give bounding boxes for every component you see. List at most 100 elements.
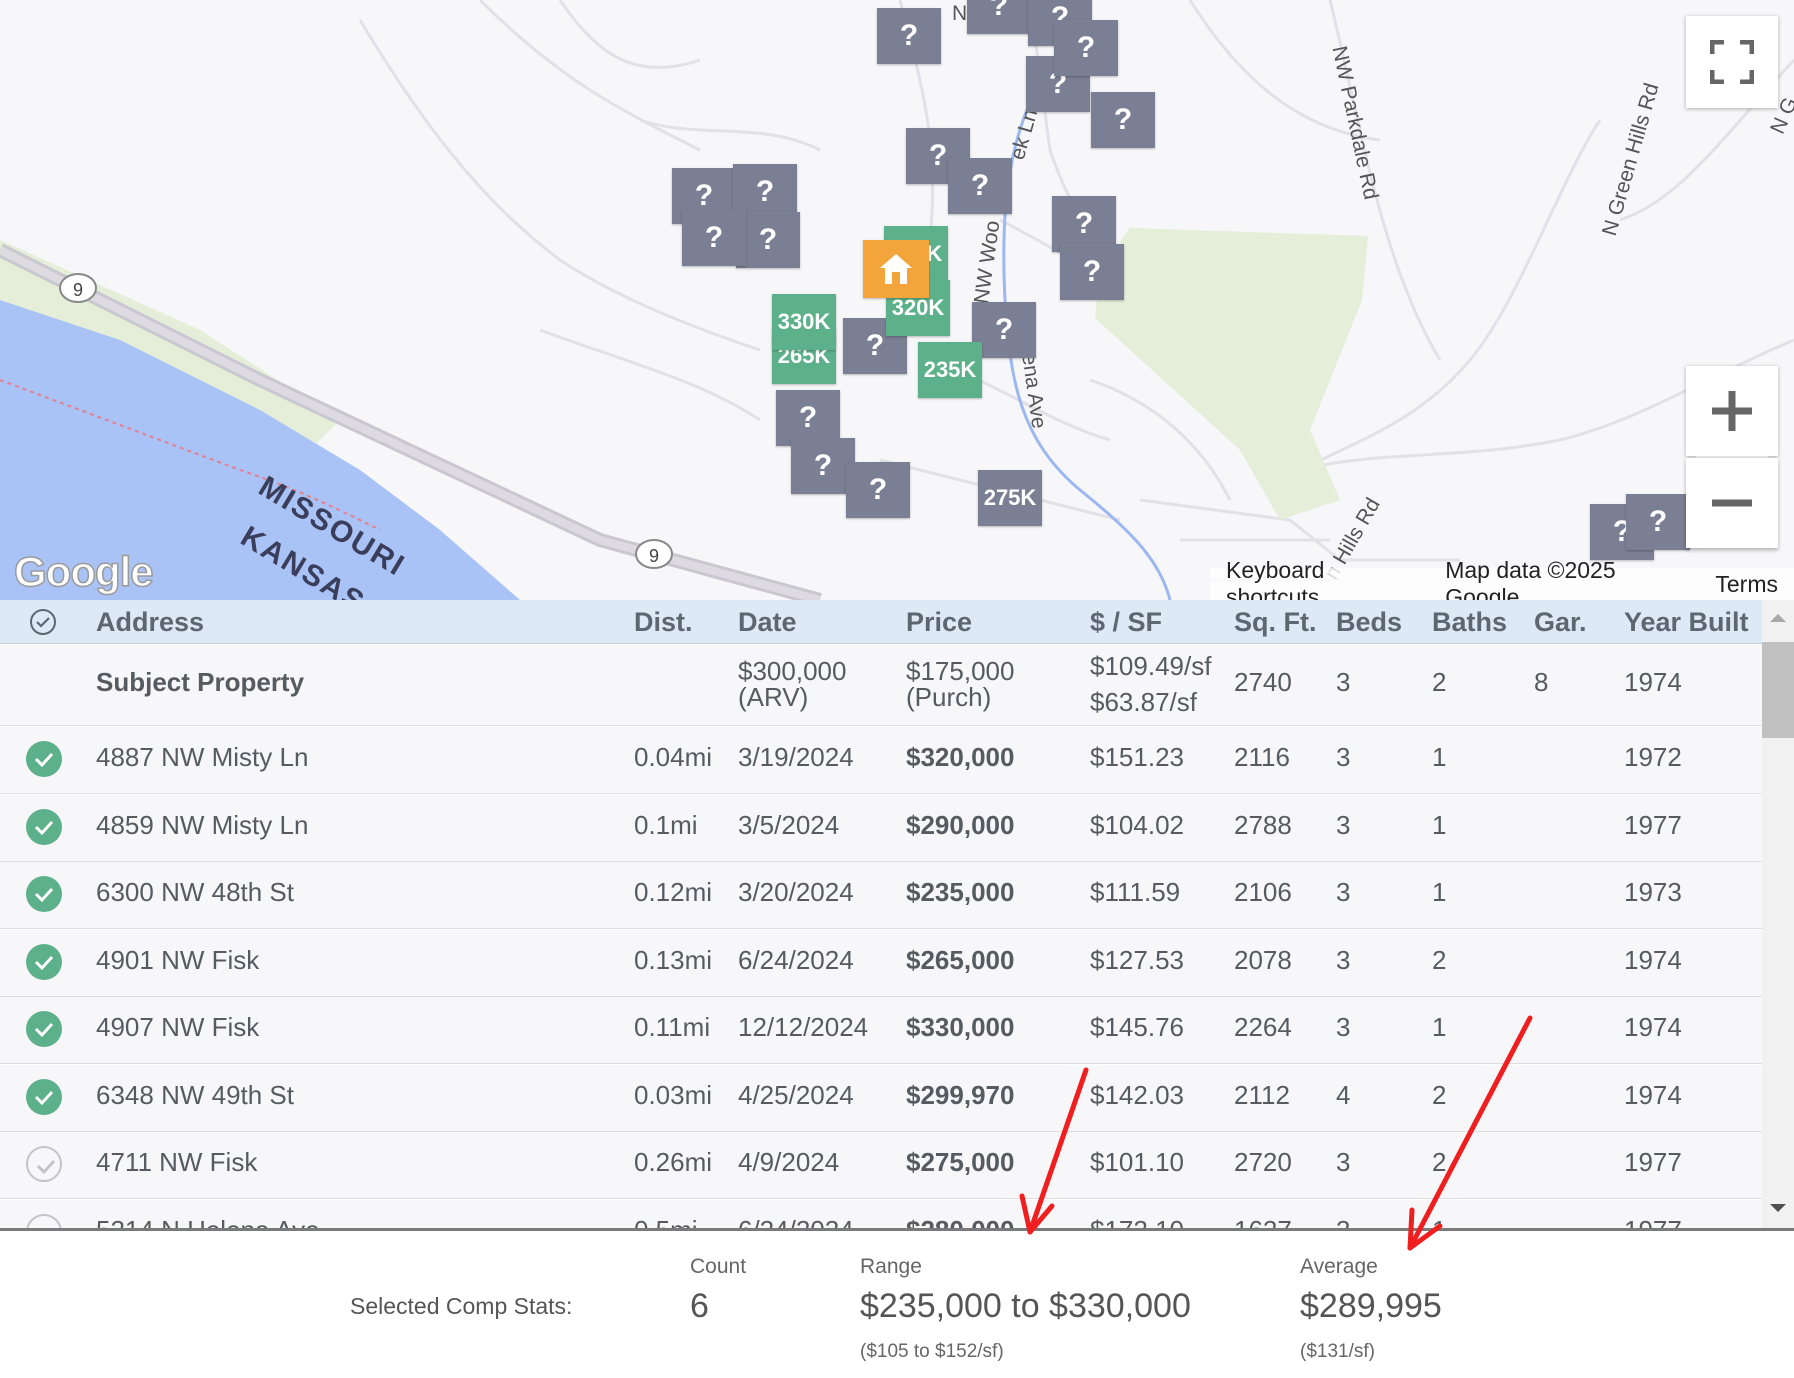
comp-price-marker[interactable]: 235K (918, 342, 982, 398)
price-per-sf: $101.10 (1090, 1147, 1184, 1177)
check-icon (36, 1159, 56, 1175)
arv-label: (ARV) (738, 682, 809, 712)
comp-marker[interactable]: ? (1626, 494, 1690, 550)
zoom-in-button[interactable] (1686, 366, 1778, 456)
road-label: N (952, 2, 968, 25)
sale-price: $320,000 (906, 742, 1015, 772)
beds: 3 (1336, 667, 1351, 697)
check-icon (34, 887, 54, 903)
table-row[interactable]: 6348 NW 49th St 0.03mi 4/25/2024 $299,970 $1… (0, 1064, 1762, 1132)
stats-label: Selected Comp Stats: (350, 1293, 573, 1319)
route-shield: 9 (635, 539, 673, 569)
address: 6348 NW 49th St (96, 1079, 294, 1110)
zoom-out-button[interactable] (1686, 458, 1778, 548)
comp-marker[interactable]: ? (1060, 244, 1124, 300)
comp-selected-checkbox[interactable] (26, 1078, 62, 1115)
baths: 1 (1432, 877, 1447, 907)
garage: 8 (1534, 667, 1549, 697)
baths: 1 (1432, 742, 1447, 772)
selected-comp-stats: Selected Comp Stats: Count 6 Range $235,… (0, 1228, 1794, 1378)
sale-date: 4/9/2024 (738, 1147, 840, 1177)
range-value: $235,000 to $330,000 (860, 1287, 1191, 1325)
map[interactable]: 9 9 MISSOURI KANSAS NW Parkdale Rd N Gre… (0, 0, 1794, 600)
sqft: 2106 (1234, 877, 1292, 907)
price-per-sf: $142.03 (1090, 1079, 1184, 1110)
home-icon (880, 254, 912, 284)
year-built: 1974 (1624, 667, 1682, 697)
comp-marker[interactable]: ? (948, 158, 1012, 214)
table-row[interactable]: 4859 NW Misty Ln 0.1mi 3/5/2024 $290,000 $10… (0, 794, 1762, 862)
table-row[interactable]: 6300 NW 48th St 0.12mi 3/20/2024 $235,000 $1… (0, 862, 1762, 929)
comp-selected-checkbox[interactable] (26, 876, 62, 912)
beds: 3 (1336, 742, 1351, 772)
sqft: 2720 (1234, 1147, 1292, 1177)
sale-date: 3/5/2024 (738, 809, 840, 840)
column-header-baths[interactable]: Baths (1432, 600, 1507, 644)
comp-unselected-checkbox[interactable] (26, 1146, 62, 1182)
beds: 4 (1336, 1079, 1351, 1110)
sale-price: $299,970 (906, 1079, 1015, 1110)
comp-selected-checkbox[interactable] (26, 741, 62, 777)
check-icon (34, 955, 54, 970)
scroll-up-icon[interactable] (1762, 610, 1794, 628)
year-built: 1974 (1624, 1079, 1682, 1110)
comps-table[interactable]: Address Dist. Date Price $ / SF Sq. Ft. … (0, 600, 1794, 1232)
year-built: 1974 (1624, 944, 1682, 975)
distance: 0.13mi (634, 944, 713, 975)
table-header: Address Dist. Date Price $ / SF Sq. Ft. … (0, 600, 1762, 644)
sqft: 2116 (1234, 742, 1290, 772)
distance: 0.04mi (634, 742, 713, 772)
table-row[interactable]: 4887 NW Misty Ln 0.04mi 3/19/2024 $320,000 $… (0, 727, 1762, 794)
baths: 2 (1432, 1147, 1447, 1177)
column-header-garage[interactable]: Gar. (1534, 600, 1587, 644)
comp-price-marker[interactable]: 275K (978, 470, 1042, 526)
distance: 0.12mi (634, 877, 713, 907)
table-row[interactable]: 4907 NW Fisk 0.11mi 12/12/2024 $330,000 $145… (0, 997, 1762, 1064)
column-header-price-per-sf[interactable]: $ / SF (1090, 600, 1162, 644)
plus-icon (1712, 391, 1752, 431)
fullscreen-button[interactable] (1686, 16, 1778, 108)
comp-marker[interactable]: ? (877, 8, 941, 64)
table-row[interactable]: 4711 NW Fisk 0.26mi 4/9/2024 $275,000 $101.1… (0, 1132, 1762, 1199)
column-header-address[interactable]: Address (96, 600, 204, 644)
beds: 3 (1336, 1147, 1351, 1177)
arv-price-per-sf: $109.49/sf (1090, 651, 1212, 681)
year-built: 1977 (1624, 809, 1682, 840)
terms-link[interactable]: Terms (1715, 571, 1778, 598)
scrollbar-thumb[interactable] (1762, 642, 1794, 738)
comp-marker[interactable]: ? (682, 210, 746, 266)
column-header-beds[interactable]: Beds (1336, 600, 1402, 644)
average-per-sf: ($131/sf) (1300, 1341, 1375, 1362)
select-all-checkbox[interactable] (30, 609, 56, 635)
column-header-price[interactable]: Price (906, 600, 972, 644)
distance: 0.03mi (634, 1079, 713, 1110)
column-header-year-built[interactable]: Year Built (1624, 600, 1749, 644)
baths: 2 (1432, 944, 1447, 975)
keyboard-shortcuts-link[interactable]: Keyboard shortcuts (1226, 557, 1417, 600)
scroll-down-icon[interactable] (1762, 1200, 1794, 1218)
comp-selected-checkbox[interactable] (26, 1011, 62, 1047)
column-header-date[interactable]: Date (738, 600, 797, 644)
column-header-distance[interactable]: Dist. (634, 600, 693, 644)
sqft: 2788 (1234, 809, 1292, 840)
sqft: 2078 (1234, 944, 1292, 975)
sale-price: $265,000 (906, 944, 1015, 975)
price-per-sf: $145.76 (1090, 1012, 1184, 1042)
price-per-sf: $127.53 (1090, 944, 1184, 975)
column-header-sqft[interactable]: Sq. Ft. (1234, 600, 1317, 644)
comp-selected-checkbox[interactable] (26, 808, 62, 845)
subject-property-row: Subject Property $300,000 (ARV) $175,000… (0, 645, 1762, 726)
table-row[interactable]: 4901 NW Fisk 0.13mi 6/24/2024 $265,000 $127.… (0, 929, 1762, 997)
beds: 3 (1336, 809, 1351, 840)
comp-marker[interactable]: ? (1091, 92, 1155, 148)
comp-marker[interactable]: ? (846, 462, 910, 518)
check-icon (34, 752, 54, 768)
comp-selected-checkbox[interactable] (26, 943, 62, 980)
subject-property-marker[interactable] (863, 240, 929, 298)
comp-marker[interactable]: ? (967, 0, 1031, 34)
sale-date: 4/25/2024 (738, 1079, 854, 1110)
comp-marker[interactable]: ? (1054, 20, 1118, 76)
address: 4887 NW Misty Ln (96, 742, 309, 772)
baths: 1 (1432, 809, 1447, 840)
comp-price-marker[interactable]: 330K (772, 294, 836, 350)
